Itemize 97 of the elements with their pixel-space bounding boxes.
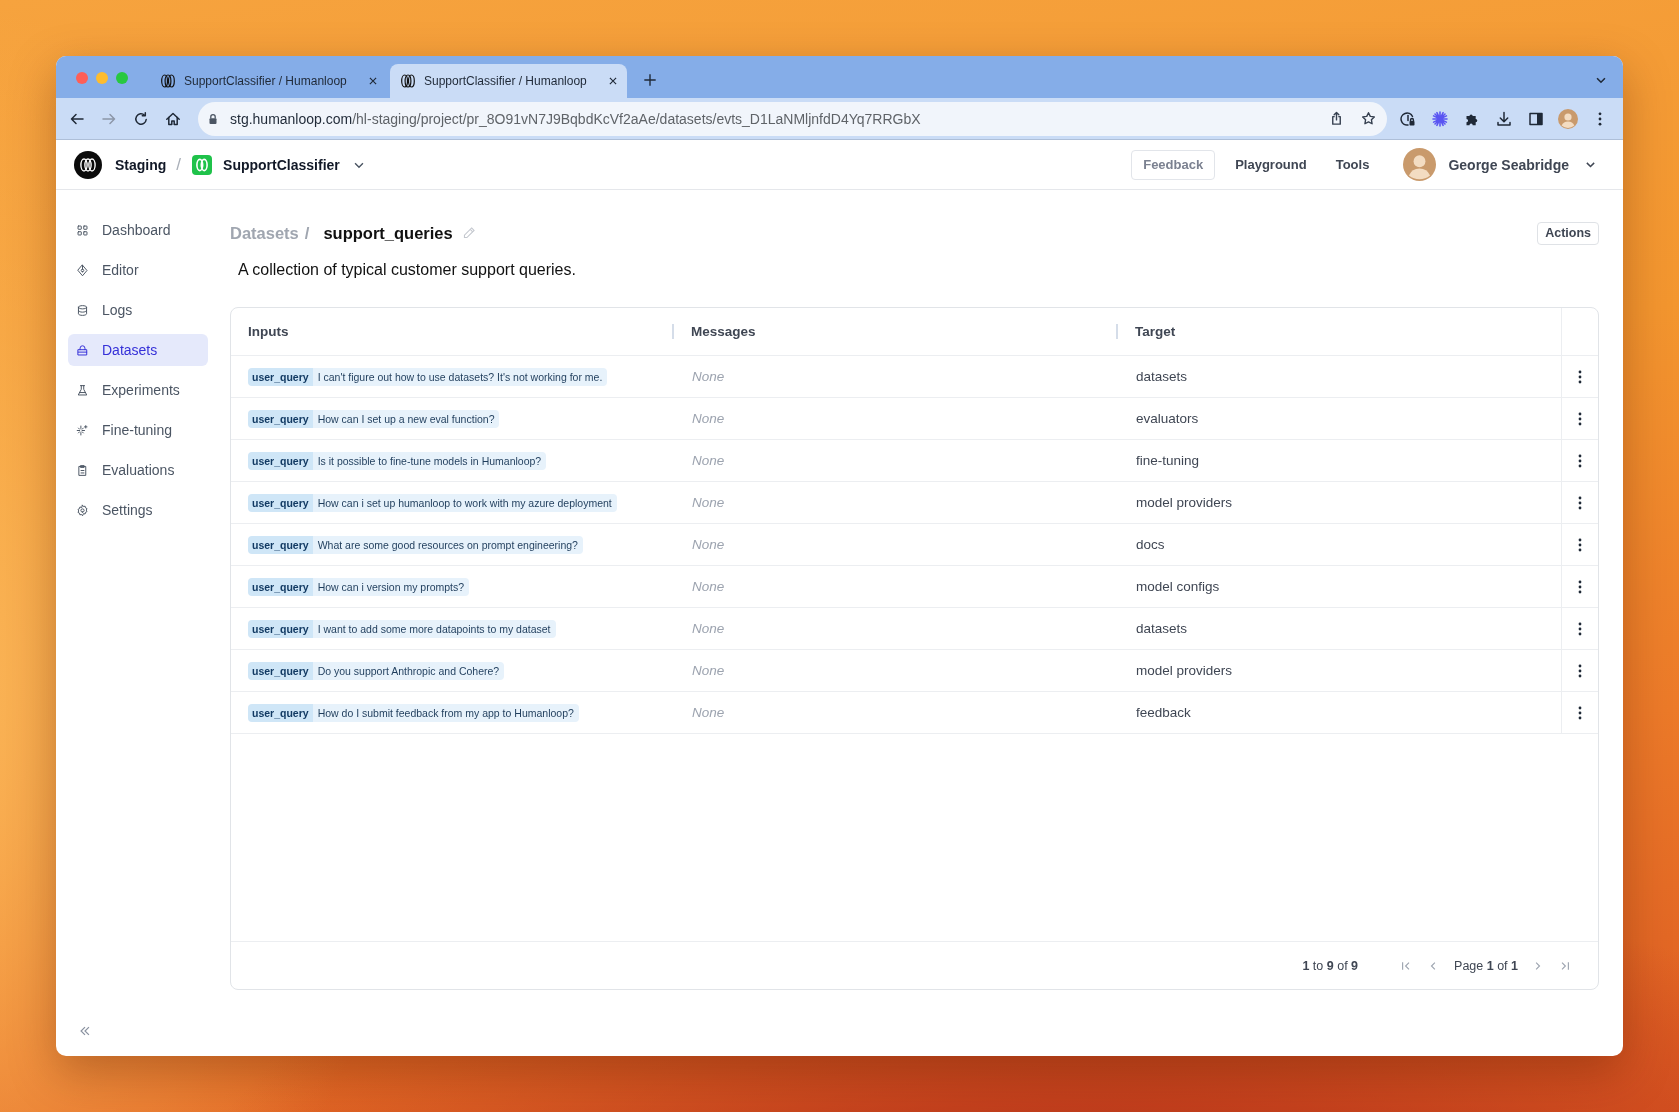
input-value-tag: How can i set up humanloop to work with my azure deployment [312,493,617,512]
sidebar-item[interactable]: Logs [68,294,208,326]
sparkle-icon [76,423,89,437]
input-key-tag: user_query [248,535,313,554]
diamond-icon [76,263,89,277]
logo-icon [400,73,416,89]
sidebar-item[interactable]: Fine-tuning [68,414,208,446]
sidebar-item[interactable]: Experiments [68,374,208,406]
flask-icon [76,383,89,397]
kebab-menu-icon[interactable] [1578,579,1582,594]
starburst-icon[interactable] [1432,110,1448,127]
input-key-tag: user_query [248,493,313,512]
sidebar-item[interactable]: Editor [68,254,208,286]
reload-icon[interactable] [133,110,149,127]
kebab-menu-icon[interactable] [1578,621,1582,636]
breadcrumb-separator: / [304,223,310,243]
input-key-tag: user_query [248,703,313,722]
address-field[interactable]: stg.humanloop.com/hl-staging/project/pr_8O91vN7J9BqbdKcVf2aAe/datasets/evts_D1LaNMljnfdD4Yq7RRGbX [198,101,1387,136]
nav-link[interactable]: Playground [1235,157,1307,172]
table-cell: None [692,411,725,426]
column-header[interactable]: Inputs [248,324,289,339]
dataset-description: A collection of typical customer support queries. [238,260,576,280]
table-cell: model providers [1136,495,1233,510]
table-cell: None [692,453,725,468]
input-key-tag: user_query [248,619,313,638]
settings-icon [76,503,89,517]
plus-icon[interactable] [643,73,657,87]
close-icon[interactable] [368,76,378,86]
table-cell: None [692,663,725,678]
input-value-tag: What are some good resources on prompt engineering? [312,535,583,554]
table-cell: feedback [1136,705,1191,720]
logo-icon [160,73,176,89]
browser-tab[interactable]: SupportClassifier / Humanloop [150,64,387,98]
database-icon [76,303,89,317]
table-cell: None [692,495,725,510]
nav-link[interactable]: Tools [1335,157,1370,172]
kebab-menu-icon[interactable] [1578,705,1582,720]
input-key-tag: user_query [248,451,313,470]
workspace-name[interactable]: Staging [115,156,167,173]
lock-icon [207,112,219,125]
feedback-button[interactable]: Feedback [1131,149,1216,180]
share-icon[interactable] [1329,111,1344,126]
pagination-summary: 1 to 9 of 9 [1302,958,1359,973]
sidebar-item[interactable]: Settings [68,494,208,526]
input-value-tag: Do you support Anthropic and Cohere? [312,661,505,680]
kebab-menu-icon[interactable] [1578,411,1582,426]
user-name[interactable]: George Seabridge [1448,156,1569,173]
kebab-menu-icon[interactable] [1578,369,1582,384]
sidebar-item[interactable]: Evaluations [68,454,208,486]
kebab-menu-icon[interactable] [1578,453,1582,468]
column-header[interactable]: Messages [691,324,756,339]
table-cell: model providers [1136,663,1233,678]
input-value-tag: How do I submit feedback from my app to Humanloop? [312,703,579,722]
input-key-tag: user_query [248,409,313,428]
table-cell: None [692,537,725,552]
kebab-menu-icon[interactable] [1578,663,1582,678]
circle-lock-icon[interactable] [1400,110,1416,127]
table-cell: datasets [1136,621,1188,636]
page-title: support_queries [323,223,453,243]
project-icon [192,154,213,175]
grid-icon [76,223,89,237]
actions-button[interactable]: Actions [1537,221,1599,245]
home-icon[interactable] [165,110,181,127]
sidebar-item[interactable]: Dashboard [68,214,208,246]
bag-icon [76,343,89,357]
table-cell: datasets [1136,369,1188,384]
kebab-menu-icon[interactable] [1578,495,1582,510]
input-key-tag: user_query [248,367,313,386]
double-chevron-left-icon[interactable] [78,1024,92,1038]
table-cell: None [692,705,725,720]
input-value-tag: Is it possible to fine-tune models in Humanloop? [312,451,547,470]
kebab-menu-icon[interactable] [1578,537,1582,552]
table-cell: docs [1136,537,1165,552]
input-value-tag: I want to add some more datapoints to my dataset [312,619,556,638]
table-cell: fine-tuning [1136,453,1200,468]
star-icon[interactable] [1361,111,1376,126]
input-value-tag: How can I set up a new eval function? [312,409,500,428]
input-value-tag: How can i version my prompts? [312,577,470,596]
table-cell: None [692,369,725,384]
sidebar-item[interactable]: Datasets [68,334,208,366]
table-cell: evaluators [1136,411,1199,426]
sidebar-panel-icon[interactable] [1528,110,1544,127]
download-icon[interactable] [1496,110,1512,127]
project-name[interactable]: SupportClassifier [223,156,340,173]
clipboard-icon [76,463,89,477]
column-header[interactable]: Target [1135,324,1176,339]
table-cell: None [692,579,725,594]
input-value-tag: I can't figure out how to use datasets? It's not working for me. [312,367,608,386]
breadcrumb-separator: / [176,154,182,175]
table-cell: model configs [1136,579,1220,594]
close-icon[interactable] [608,76,618,86]
page-indicator: Page 1 of 1 [1454,958,1518,973]
table-cell: None [692,621,725,636]
input-key-tag: user_query [248,577,313,596]
browser-tab[interactable]: SupportClassifier / Humanloop [390,64,627,98]
logo-icon[interactable] [74,150,102,179]
input-key-tag: user_query [248,661,313,680]
